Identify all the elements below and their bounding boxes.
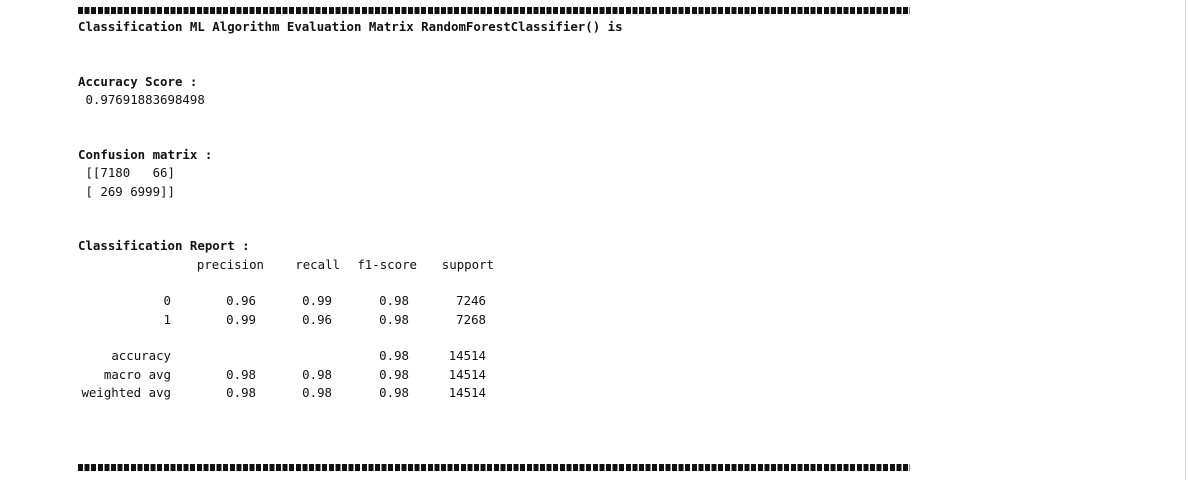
report-cell-support: 14514 (448, 367, 486, 382)
report-cell-recall: 0.98 (302, 385, 332, 400)
report-header-f1-score: f1-score (357, 257, 417, 272)
report-cell-recall: 0.98 (302, 367, 332, 382)
report-cell-precision: 0.98 (226, 385, 256, 400)
report-cell-f1: 0.98 (379, 385, 409, 400)
report-row-label: accuracy (111, 348, 171, 363)
accuracy-value: 0.97691883698498 (78, 92, 205, 107)
report-cell-f1: 0.98 (379, 293, 409, 308)
report-cell-f1: 0.98 (379, 348, 409, 363)
report-cell-f1: 0.98 (379, 367, 409, 382)
confusion-matrix-row-1: [[7180 66] (78, 165, 175, 180)
report-row-label: macro avg (103, 367, 171, 382)
classification-report-label: Classification Report : (78, 238, 250, 253)
report-cell-support: 14514 (448, 385, 486, 400)
report-cell-recall: 0.96 (302, 312, 332, 327)
confusion-matrix-row-2: [ 269 6999]] (78, 184, 175, 199)
report-cell-support: 7268 (456, 312, 486, 327)
report-cell-f1: 0.98 (379, 312, 409, 327)
report-header-support: support (441, 257, 494, 272)
report-cell-precision: 0.96 (226, 293, 256, 308)
report-cell-precision: 0.99 (226, 312, 256, 327)
report-row-label: 1 (163, 312, 171, 327)
report-cell-support: 7246 (456, 293, 486, 308)
report-header-precision: precision (196, 257, 264, 272)
report-row-label: weighted avg (81, 385, 171, 400)
report-cell-support: 14514 (448, 348, 486, 363)
report-header-recall: recall (295, 257, 340, 272)
report-row-label: 0 (163, 293, 171, 308)
bottom-separator-rule (78, 464, 910, 471)
confusion-matrix-label: Confusion matrix : (78, 147, 213, 162)
top-separator-rule (78, 7, 910, 14)
accuracy-label: Accuracy Score : (78, 74, 198, 89)
report-cell-recall: 0.99 (302, 293, 332, 308)
report-cell-precision: 0.98 (226, 367, 256, 382)
output-panel-border (1185, 0, 1186, 480)
notebook-output-area: Classification ML Algorithm Evaluation M… (78, 0, 1178, 480)
evaluation-title: Classification ML Algorithm Evaluation M… (78, 19, 623, 34)
